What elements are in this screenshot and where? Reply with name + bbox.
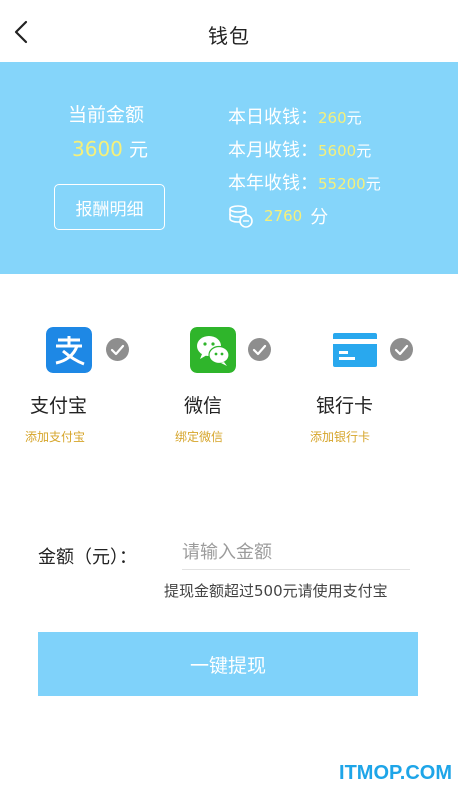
payment-method-bank-card[interactable]: 银行卡 添加银行卡 <box>310 325 430 455</box>
payment-method-alipay[interactable]: 支付宝 添加支付宝 <box>24 325 144 455</box>
year-income-row: 本年收钱：55200元 <box>228 169 381 195</box>
year-income-unit: 元 <box>365 175 381 193</box>
today-income-unit: 元 <box>346 109 362 127</box>
wallet-page: 钱包 当前金额 3600 元 报酬明细 本日收钱：260元 本月收钱：5600元… <box>0 0 458 800</box>
alipay-icon <box>46 327 92 373</box>
amount-label: 金额（元）： <box>38 547 137 568</box>
today-income-label: 本日收钱： <box>228 107 318 128</box>
check-circle-icon <box>106 338 129 361</box>
wechat-icon <box>190 327 236 373</box>
year-income-label: 本年收钱： <box>228 173 318 194</box>
withdraw-button[interactable]: 一键提现 <box>38 632 418 696</box>
year-income-value: 55200 <box>318 175 366 193</box>
page-title: 钱包 <box>208 24 250 48</box>
amount-input[interactable] <box>182 536 410 570</box>
points-value: 2760 <box>264 207 303 225</box>
coins-icon <box>229 205 253 228</box>
today-income-value: 260 <box>318 109 347 127</box>
wechat-label: 微信 <box>184 395 223 417</box>
points-row: 2760 分 <box>228 203 328 229</box>
withdraw-limit-hint: 提现金额超过500元请使用支付宝 <box>164 582 388 600</box>
month-income-label: 本月收钱： <box>228 140 318 161</box>
check-circle-icon <box>390 338 413 361</box>
top-bar: 钱包 <box>0 0 458 62</box>
alipay-label: 支付宝 <box>30 395 88 417</box>
month-income-unit: 元 <box>356 142 372 160</box>
add-alipay-link[interactable]: 添加支付宝 <box>25 428 85 445</box>
add-bank-card-link[interactable]: 添加银行卡 <box>310 428 370 445</box>
balance-panel <box>0 62 458 274</box>
month-income-row: 本月收钱：5600元 <box>228 136 371 162</box>
points-unit: 分 <box>310 207 329 228</box>
current-amount-unit: 元 <box>128 139 148 161</box>
payment-method-wechat[interactable]: 微信 绑定微信 <box>168 325 288 455</box>
check-circle-icon <box>248 338 271 361</box>
current-amount-value: 3600 <box>72 137 123 161</box>
current-amount: 3600 元 <box>72 135 148 162</box>
bind-wechat-link[interactable]: 绑定微信 <box>175 428 223 445</box>
current-amount-label: 当前金额 <box>68 104 145 126</box>
bank-card-icon <box>333 333 377 367</box>
site-watermark: ITMOP.COM <box>339 762 452 784</box>
bank-card-label: 银行卡 <box>316 395 374 417</box>
today-income-row: 本日收钱：260元 <box>228 103 362 129</box>
earnings-detail-button[interactable]: 报酬明细 <box>54 184 165 230</box>
month-income-value: 5600 <box>318 142 357 160</box>
